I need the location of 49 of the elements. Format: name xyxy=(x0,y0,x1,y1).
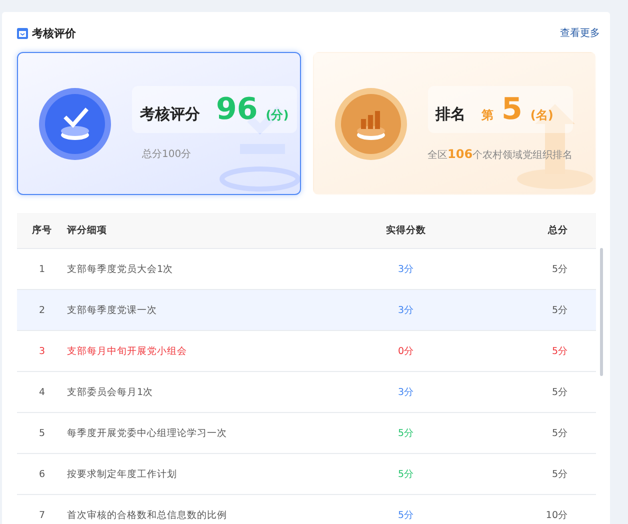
index-cell-text: 6 xyxy=(38,468,46,480)
rank-value: 5 xyxy=(502,92,522,126)
column-header: 序号 xyxy=(31,224,53,237)
total-cell-text: 5分 xyxy=(550,426,569,440)
item-cell-text: 首次审核的合格数和总信息数的比例 xyxy=(67,508,228,522)
score-cell-text: 5分 xyxy=(396,426,416,440)
item-cell-text: 按要求制定年度工作计划 xyxy=(67,468,178,480)
rank-note: 全区106个农村领域党组织排名 xyxy=(428,146,573,162)
score-cell-text: 5分 xyxy=(396,468,416,480)
column-header: 评分细项 xyxy=(67,224,108,237)
item-cell-text: 支部每季度党员大会1次 xyxy=(67,262,174,276)
score-cell-text: 3分 xyxy=(396,262,416,276)
column-header: 实得分数 xyxy=(385,224,427,237)
rank-unit: (名) xyxy=(530,106,554,124)
rank-card[interactable]: 排名 第 5 (名) 全区106个农村领域党组织排名 xyxy=(312,52,596,195)
score-cell-text: 5分 xyxy=(396,508,416,522)
rank-prefix: 第 xyxy=(482,106,494,124)
scrollbar[interactable] xyxy=(600,248,603,376)
total-cell-text: 5分 xyxy=(550,468,569,480)
index-cell-text: 2 xyxy=(38,304,46,316)
index-cell-text: 7 xyxy=(38,510,46,520)
section-title: 考核评价 xyxy=(32,26,76,40)
score-card[interactable]: 考核评分 96 (分) 总分100分 xyxy=(17,52,300,195)
index-cell-text: 5 xyxy=(38,428,46,438)
score-value: 96 xyxy=(216,92,258,127)
table-row[interactable]: 2 支部每季度党课一次 3分 5分 xyxy=(17,290,596,331)
check-medal-icon xyxy=(38,86,112,160)
chart-medal-icon xyxy=(334,86,408,160)
index-cell-text: 3 xyxy=(38,346,46,356)
total-cell-text: 5分 xyxy=(550,304,569,316)
total-score-note: 总分100分 xyxy=(141,148,192,161)
total-cell-text: 5分 xyxy=(550,344,569,358)
view-more-link[interactable]: 查看更多 xyxy=(560,26,600,40)
rank-label: 排名 xyxy=(436,104,466,124)
total-cell-text: 10分 xyxy=(544,508,569,522)
total-cell-text: 5分 xyxy=(550,262,569,276)
index-cell-text: 4 xyxy=(38,386,46,398)
score-cell-text: 0分 xyxy=(396,344,416,358)
item-cell-text: 每季度开展党委中心组理论学习一次 xyxy=(67,426,228,440)
item-cell-text: 支部每季度党课一次 xyxy=(67,304,158,316)
score-cell-text: 3分 xyxy=(396,304,416,316)
index-cell-text: 1 xyxy=(38,264,46,274)
total-cell-text: 5分 xyxy=(550,386,569,398)
score-label: 考核评分 xyxy=(140,105,200,124)
score-cell-text: 3分 xyxy=(396,386,416,398)
score-unit: (分) xyxy=(266,107,289,124)
item-cell-text: 支部每月中旬开展党小组会 xyxy=(67,344,188,358)
item-cell-text: 支部委员会每月1次 xyxy=(67,386,154,398)
column-header: 总分 xyxy=(546,224,569,237)
